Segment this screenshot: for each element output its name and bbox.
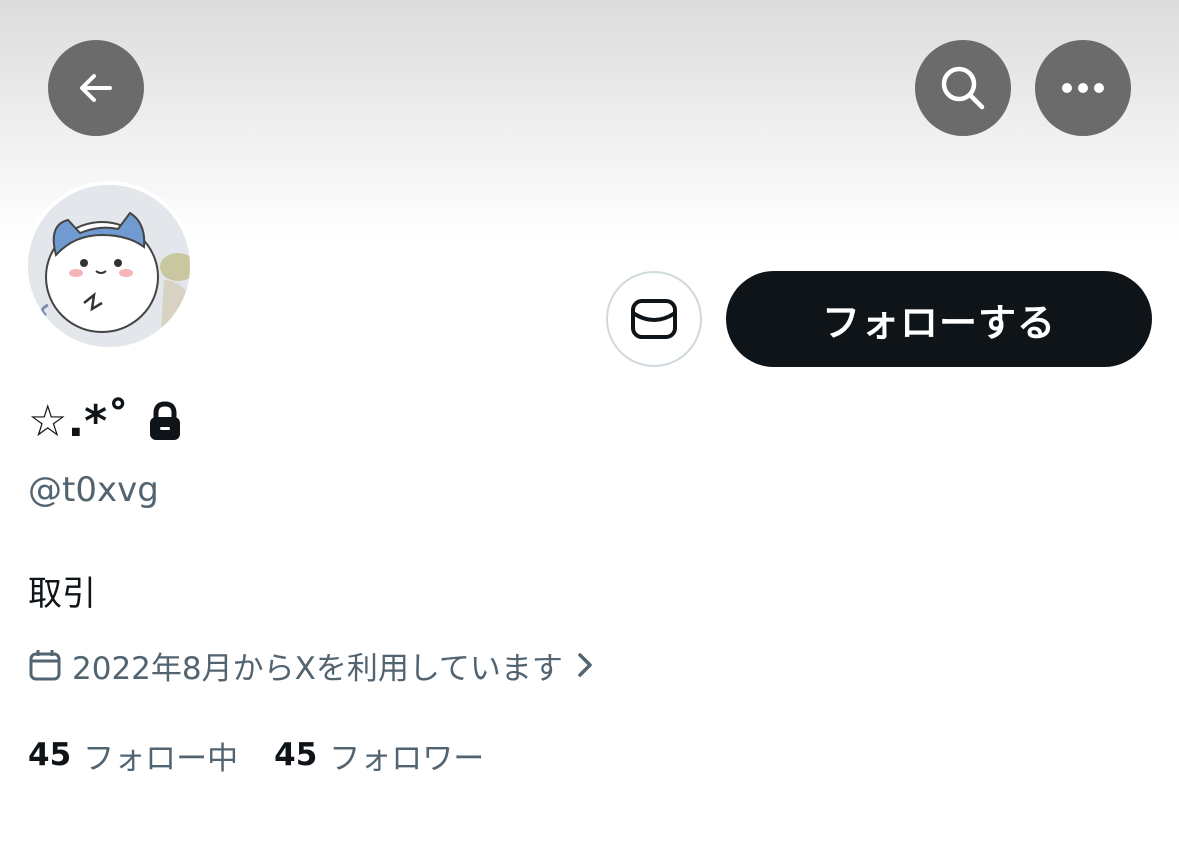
following-stat[interactable]: 45 フォロー中	[28, 733, 238, 778]
back-button[interactable]	[48, 40, 144, 136]
chevron-right-icon	[575, 650, 595, 680]
followers-count: 45	[274, 737, 318, 773]
following-label: フォロー中	[83, 740, 239, 777]
more-icon	[1062, 83, 1104, 93]
joined-text: 2022年8月からXを利用しています	[72, 650, 563, 687]
calendar-icon	[28, 648, 62, 682]
following-count: 45	[28, 737, 72, 773]
search-icon	[941, 66, 985, 110]
bio: 取引	[28, 574, 96, 614]
lock-icon	[147, 401, 183, 441]
display-name: ☆.*˚	[28, 395, 130, 447]
back-arrow-icon	[80, 74, 112, 102]
handle: @t0xvg	[28, 470, 159, 510]
joined-date[interactable]: 2022年8月からXを利用しています	[28, 640, 595, 690]
more-button[interactable]	[1035, 40, 1131, 136]
profile-banner	[0, 0, 1179, 240]
avatar-image	[28, 185, 190, 347]
message-button[interactable]	[606, 271, 702, 367]
stats-row: 45 フォロー中 45 フォロワー	[28, 730, 520, 780]
avatar[interactable]	[28, 185, 190, 347]
follow-button[interactable]: フォローする	[726, 271, 1152, 367]
message-icon	[631, 299, 677, 339]
followers-label: フォロワー	[329, 740, 485, 777]
followers-stat[interactable]: 45 フォロワー	[274, 733, 484, 778]
name-row: ☆.*˚	[28, 386, 183, 456]
search-button[interactable]	[915, 40, 1011, 136]
